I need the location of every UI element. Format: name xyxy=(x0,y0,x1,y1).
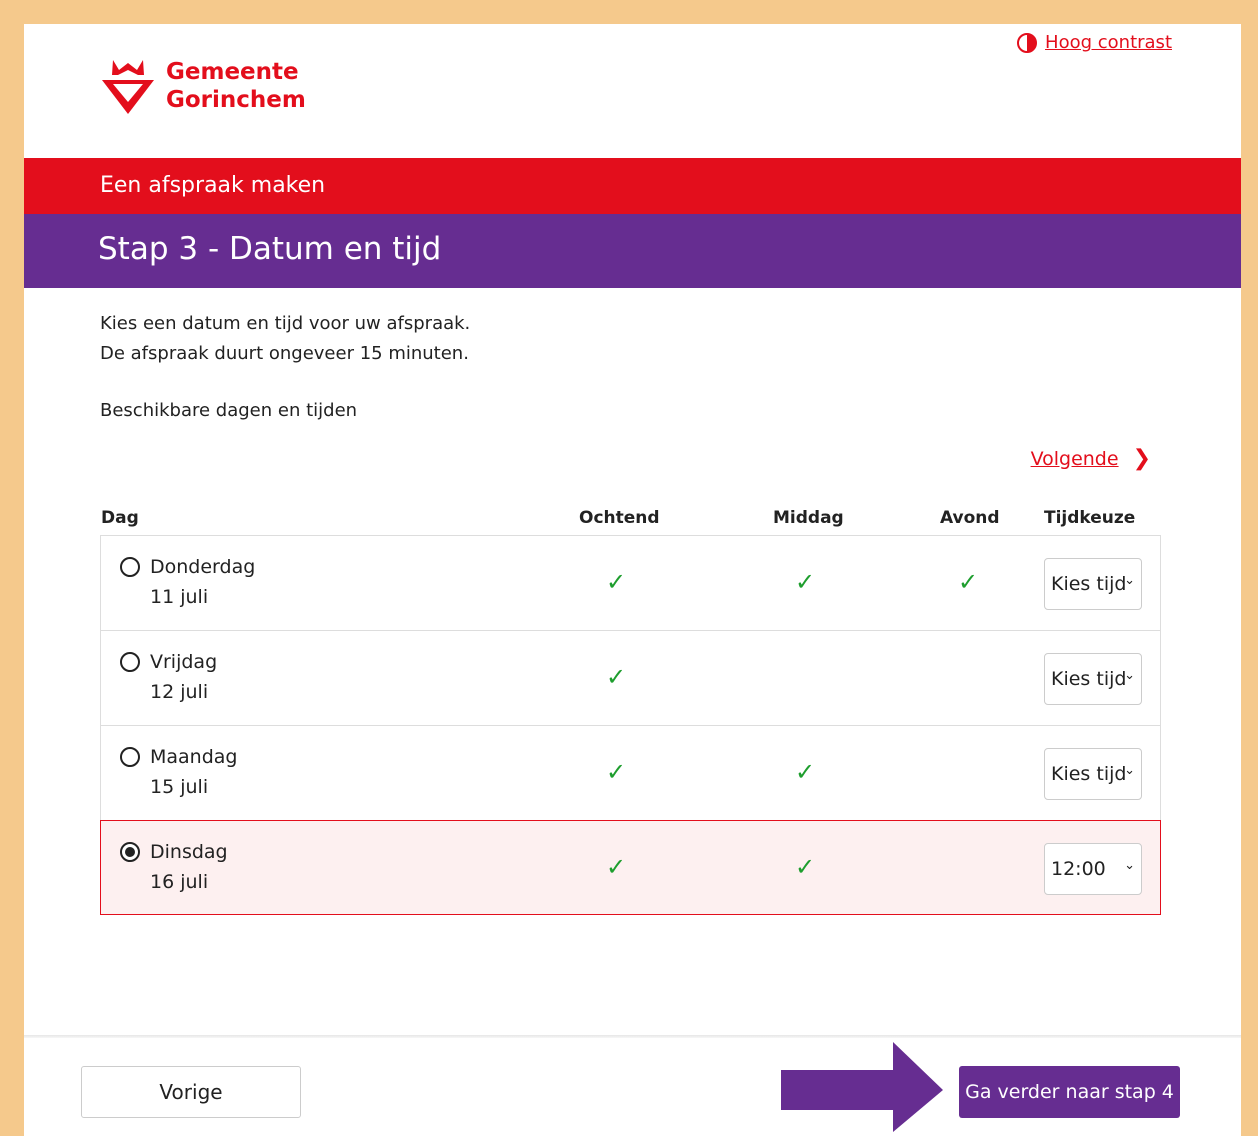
site-header: Gemeente Gorinchem Hoog contrast xyxy=(24,24,1241,158)
evening-check-icon xyxy=(956,760,980,784)
time-select[interactable]: Kies tijd ⌄ xyxy=(1044,653,1142,705)
afternoon-check-icon: ✓ xyxy=(794,568,816,596)
day-radio[interactable] xyxy=(120,747,140,767)
day-name: Maandag xyxy=(150,746,238,768)
high-contrast-link[interactable]: Hoog contrast xyxy=(1017,32,1172,53)
intro-line-1: Kies een datum en tijd voor uw afspraak. xyxy=(100,313,471,334)
chevron-down-icon: ⌄ xyxy=(1124,763,1135,778)
column-header-time: Tijdkeuze xyxy=(1044,508,1136,528)
intro-line-2: De afspraak duurt ongeveer 15 minuten. xyxy=(100,343,469,364)
table-row[interactable]: Maandag 15 juli ✓ ✓ Kies tijd ⌄ xyxy=(100,725,1161,820)
table-row[interactable]: Vrijdag 12 juli ✓ Kies tijd ⌄ xyxy=(100,630,1161,725)
day-radio[interactable] xyxy=(120,557,140,577)
time-select[interactable]: Kies tijd ⌄ xyxy=(1044,558,1142,610)
chevron-down-icon: ⌄ xyxy=(1124,858,1135,873)
logo-text: Gemeente Gorinchem xyxy=(166,58,306,114)
day-name: Dinsdag xyxy=(150,841,228,863)
morning-check-icon: ✓ xyxy=(605,758,627,786)
continue-step-4-button[interactable]: Ga verder naar stap 4 xyxy=(959,1066,1180,1118)
logo-line-2: Gorinchem xyxy=(166,87,306,113)
page: Gemeente Gorinchem Hoog contrast Een afs… xyxy=(24,24,1241,1136)
appointment-banner: Een afspraak maken xyxy=(24,158,1241,214)
time-select[interactable]: 12:00 ⌄ xyxy=(1044,843,1142,895)
column-header-morning: Ochtend xyxy=(579,508,660,528)
time-select-value: Kies tijd xyxy=(1051,763,1127,785)
day-date: 11 juli xyxy=(150,586,209,608)
afternoon-check-icon: ✓ xyxy=(794,853,816,881)
available-label: Beschikbare dagen en tijden xyxy=(100,400,358,421)
table-row[interactable]: Dinsdag 16 juli ✓ ✓ 12:00 ⌄ xyxy=(100,820,1161,915)
morning-check-icon: ✓ xyxy=(605,853,627,881)
logo-line-1: Gemeente xyxy=(166,59,299,85)
day-date: 16 juli xyxy=(150,871,209,893)
days-table: Donderdag 11 juli ✓ ✓ ✓ Kies tijd ⌄ Vrij… xyxy=(100,535,1161,915)
column-header-afternoon: Middag xyxy=(773,508,844,528)
day-name: Donderdag xyxy=(150,556,256,578)
morning-check-icon: ✓ xyxy=(605,663,627,691)
banner-title: Een afspraak maken xyxy=(100,173,326,198)
afternoon-check-icon: ✓ xyxy=(794,758,816,786)
chevron-down-icon: ⌄ xyxy=(1124,573,1135,588)
high-contrast-label: Hoog contrast xyxy=(1045,32,1172,53)
time-select[interactable]: Kies tijd ⌄ xyxy=(1044,748,1142,800)
column-header-evening: Avond xyxy=(940,508,1000,528)
day-name: Vrijdag xyxy=(150,651,218,673)
afternoon-check-icon xyxy=(793,665,817,689)
day-radio[interactable] xyxy=(120,842,140,862)
time-select-value: 12:00 xyxy=(1051,858,1106,880)
step-title: Stap 3 - Datum en tijd xyxy=(98,231,442,267)
time-select-value: Kies tijd xyxy=(1051,668,1127,690)
day-date: 15 juli xyxy=(150,776,209,798)
step-banner: Stap 3 - Datum en tijd xyxy=(24,214,1241,288)
next-days-link[interactable]: Volgende ❯ xyxy=(1031,446,1151,471)
evening-check-icon xyxy=(956,855,980,879)
evening-check-icon xyxy=(956,665,980,689)
footer-divider xyxy=(24,1035,1241,1038)
table-row[interactable]: Donderdag 11 juli ✓ ✓ ✓ Kies tijd ⌄ xyxy=(100,535,1161,630)
arrow-right-icon xyxy=(781,1042,943,1132)
next-days-label: Volgende xyxy=(1030,447,1119,470)
day-radio[interactable] xyxy=(120,652,140,672)
chevron-right-icon: ❯ xyxy=(1132,446,1151,471)
column-header-day: Dag xyxy=(101,508,139,528)
morning-check-icon: ✓ xyxy=(605,568,627,596)
time-select-value: Kies tijd xyxy=(1051,573,1127,595)
previous-button[interactable]: Vorige xyxy=(81,1066,301,1118)
contrast-icon xyxy=(1017,32,1038,53)
evening-check-icon: ✓ xyxy=(957,568,979,596)
intro-text: Kies een datum en tijd voor uw afspraak.… xyxy=(100,309,470,369)
crown-heart-logo-icon xyxy=(102,60,154,114)
chevron-down-icon: ⌄ xyxy=(1124,668,1135,683)
day-date: 12 juli xyxy=(150,681,209,703)
